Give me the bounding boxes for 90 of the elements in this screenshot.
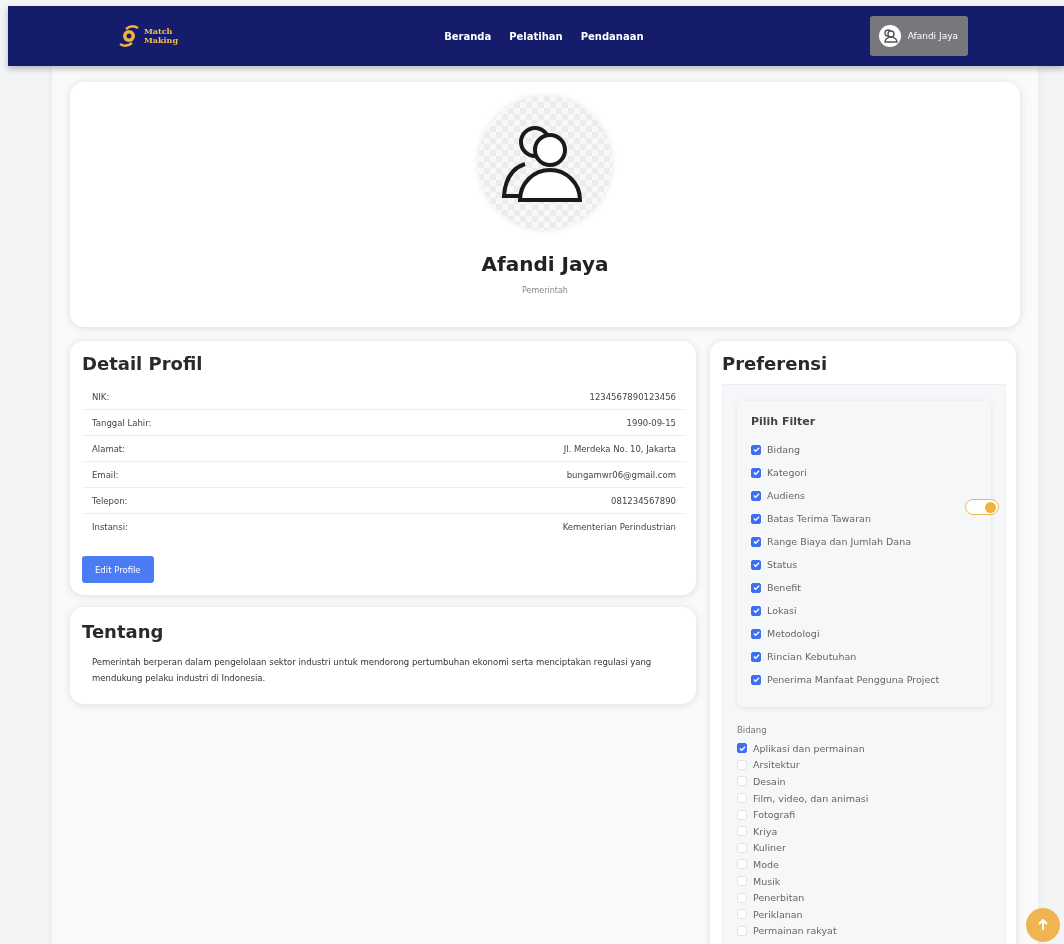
checkbox-row[interactable]: Metodologi — [751, 622, 977, 645]
logo-text: Making — [144, 36, 179, 45]
checkbox[interactable] — [751, 628, 761, 639]
nav-link[interactable]: Pendanaan — [580, 30, 644, 42]
checkbox-label: Arsitektur — [753, 759, 800, 771]
nav-link[interactable]: Beranda — [444, 30, 492, 42]
checkbox-label: Penerbitan — [753, 892, 805, 904]
edit-profile-button[interactable]: Edit Profile — [82, 556, 154, 583]
profile-role: Pemerintah — [522, 286, 568, 295]
checkbox-row[interactable]: Kategori — [751, 461, 977, 484]
checkbox-label: Permainan rakyat — [753, 925, 837, 937]
filter-title: Pilih Filter — [751, 415, 817, 428]
nav-link[interactable]: Pelatihan — [509, 30, 563, 42]
checkbox-row[interactable]: Fotografi — [737, 806, 991, 823]
checkbox-row[interactable]: Kuliner — [737, 839, 991, 857]
checkbox-row[interactable]: Penerima Manfaat Pengguna Project — [751, 668, 977, 691]
checkbox-label: Status — [767, 559, 798, 570]
checkbox-row[interactable]: Mode — [737, 856, 991, 873]
checkbox-row[interactable]: Lokasi — [751, 599, 977, 622]
checkbox-row[interactable]: Permainan rakyat — [737, 922, 991, 940]
checkbox-row[interactable]: Audiens — [751, 484, 977, 507]
checkbox-row[interactable]: Aplikasi dan permainan — [737, 740, 991, 757]
checkbox-label: Range Biaya dan Jumlah Dana — [767, 536, 912, 547]
profile-name: Afandi Jaya — [481, 252, 609, 276]
scroll-top-button[interactable] — [1026, 908, 1060, 942]
field-value: Jl. Merdeka No. 10, Jakarta — [563, 443, 676, 454]
logo-icon — [118, 24, 140, 48]
checkbox-label: Kuliner — [753, 842, 786, 854]
checkbox-row[interactable]: Range Biaya dan Jumlah Dana — [751, 530, 977, 553]
checkbox-label: Penerima Manfaat Pengguna Project — [767, 674, 940, 685]
arrow-up-icon — [1038, 919, 1048, 931]
checkbox[interactable] — [751, 674, 761, 685]
field-value: 1990-09-15 — [626, 417, 676, 428]
checkbox-row[interactable]: Kriya — [737, 822, 991, 840]
section-title: Tentang — [82, 621, 165, 642]
checkbox[interactable] — [751, 467, 761, 478]
field-label: NIK: — [92, 391, 110, 402]
user-icon — [877, 24, 902, 48]
field-value: 081234567890 — [611, 495, 676, 506]
field-label: Alamat: — [92, 443, 126, 454]
checkbox-label: Benefit — [767, 582, 801, 593]
checkbox-label: Metodologi — [767, 628, 820, 639]
checkbox-row[interactable]: Film, video, dan animasi — [737, 789, 991, 807]
checkbox[interactable] — [751, 559, 761, 570]
checkbox[interactable] — [751, 536, 761, 547]
about-text: Pemerintah berperan dalam pengelolaan sektor industri untuk mendorong pertumbuhan ekonomi serta menciptakan regulasi yang mendukung pelaku industri di Indonesia. — [92, 656, 653, 685]
checkbox-label: Batas Terima Tawaran — [767, 513, 871, 524]
checkbox-label: Fotografi — [753, 809, 796, 821]
toggle-switch[interactable] — [965, 499, 999, 515]
checkbox[interactable] — [737, 743, 747, 754]
checkbox-label: Kategori — [767, 467, 807, 478]
checkbox-label: Rincian Kebutuhan — [767, 651, 857, 662]
checkbox-label: Periklanan — [753, 908, 803, 920]
checkbox-row[interactable]: Status — [751, 553, 977, 576]
user-button[interactable]: Afandi Jaya — [869, 16, 968, 56]
checkbox[interactable] — [751, 605, 761, 616]
checkbox-row[interactable]: Musik — [737, 872, 991, 890]
checkbox-label: Film, video, dan animasi — [753, 792, 869, 804]
section-title: Preferensi — [722, 353, 829, 374]
field-label: Instansi: — [92, 522, 128, 532]
checkbox-row[interactable]: Rincian Kebutuhan — [751, 645, 977, 668]
checkbox-label: Lokasi — [767, 605, 797, 616]
checkbox-row[interactable]: Desain — [737, 773, 991, 790]
checkbox[interactable] — [751, 582, 761, 593]
section-title: Detail Profil — [82, 353, 204, 374]
checkbox-row[interactable]: Penerbitan — [737, 889, 991, 906]
group-title: Bidang — [737, 725, 768, 735]
checkbox-label: Kriya — [753, 825, 778, 837]
field-value: 1234567890123456 — [589, 391, 676, 402]
checkbox-row[interactable]: Batas Terima Tawaran — [751, 507, 977, 530]
field-value: Kementerian Perindustrian — [562, 522, 676, 532]
checkbox-label: Mode — [753, 858, 779, 870]
logo-text: Match — [144, 27, 174, 36]
checkbox-label: Audiens — [767, 490, 805, 501]
checkbox[interactable] — [751, 651, 761, 662]
checkbox-label: Musik — [753, 875, 781, 887]
checkbox-label: Aplikasi dan permainan — [753, 742, 865, 754]
field-value: bungamwr06@gmail.com — [566, 469, 676, 480]
checkbox[interactable] — [751, 513, 761, 524]
checkbox[interactable] — [751, 490, 761, 501]
field-label: Telepon: — [92, 495, 128, 506]
field-label: Email: — [92, 469, 119, 480]
checkbox-row[interactable]: Bidang — [751, 438, 977, 461]
field-label: Tanggal Lahir: — [92, 417, 152, 428]
checkbox-label: Desain — [753, 776, 786, 787]
checkbox-row[interactable]: Benefit — [751, 576, 977, 599]
checkbox[interactable] — [751, 444, 761, 455]
checkbox-row[interactable]: Arsitektur — [737, 756, 991, 774]
checkbox-row[interactable]: Periklanan — [737, 905, 991, 923]
checkbox-label: Bidang — [767, 444, 801, 455]
